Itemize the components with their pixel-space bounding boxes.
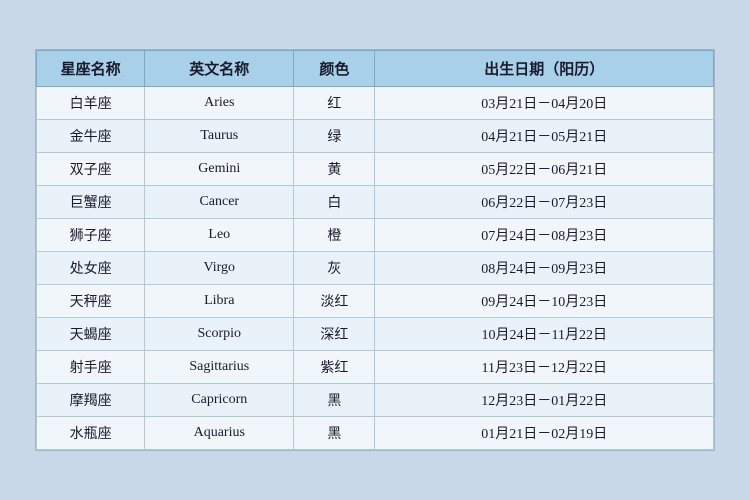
cell-en-name: Gemini bbox=[145, 153, 294, 186]
table-row: 处女座Virgo灰08月24日－09月23日 bbox=[37, 252, 714, 285]
cell-color: 绿 bbox=[294, 120, 375, 153]
cell-date: 07月24日－08月23日 bbox=[375, 219, 714, 252]
cell-date: 12月23日－01月22日 bbox=[375, 384, 714, 417]
table-body: 白羊座Aries红03月21日－04月20日金牛座Taurus绿04月21日－0… bbox=[37, 87, 714, 450]
table-row: 白羊座Aries红03月21日－04月20日 bbox=[37, 87, 714, 120]
cell-date: 09月24日－10月23日 bbox=[375, 285, 714, 318]
cell-zh-name: 摩羯座 bbox=[37, 384, 145, 417]
table-row: 摩羯座Capricorn黑12月23日－01月22日 bbox=[37, 384, 714, 417]
cell-en-name: Capricorn bbox=[145, 384, 294, 417]
cell-color: 黄 bbox=[294, 153, 375, 186]
cell-color: 深红 bbox=[294, 318, 375, 351]
cell-date: 08月24日－09月23日 bbox=[375, 252, 714, 285]
cell-zh-name: 白羊座 bbox=[37, 87, 145, 120]
table-row: 双子座Gemini黄05月22日－06月21日 bbox=[37, 153, 714, 186]
table-row: 天秤座Libra淡红09月24日－10月23日 bbox=[37, 285, 714, 318]
cell-date: 03月21日－04月20日 bbox=[375, 87, 714, 120]
cell-date: 05月22日－06月21日 bbox=[375, 153, 714, 186]
cell-date: 11月23日－12月22日 bbox=[375, 351, 714, 384]
cell-zh-name: 处女座 bbox=[37, 252, 145, 285]
table-row: 巨蟹座Cancer白06月22日－07月23日 bbox=[37, 186, 714, 219]
cell-zh-name: 金牛座 bbox=[37, 120, 145, 153]
header-en-name: 英文名称 bbox=[145, 51, 294, 87]
cell-color: 黑 bbox=[294, 417, 375, 450]
cell-date: 06月22日－07月23日 bbox=[375, 186, 714, 219]
cell-color: 淡红 bbox=[294, 285, 375, 318]
cell-zh-name: 射手座 bbox=[37, 351, 145, 384]
cell-color: 橙 bbox=[294, 219, 375, 252]
zodiac-table-container: 星座名称 英文名称 颜色 出生日期（阳历） 白羊座Aries红03月21日－04… bbox=[35, 49, 715, 451]
table-row: 天蝎座Scorpio深红10月24日－11月22日 bbox=[37, 318, 714, 351]
cell-zh-name: 双子座 bbox=[37, 153, 145, 186]
table-row: 金牛座Taurus绿04月21日－05月21日 bbox=[37, 120, 714, 153]
table-row: 水瓶座Aquarius黑01月21日－02月19日 bbox=[37, 417, 714, 450]
cell-color: 灰 bbox=[294, 252, 375, 285]
header-zh-name: 星座名称 bbox=[37, 51, 145, 87]
cell-en-name: Virgo bbox=[145, 252, 294, 285]
header-color: 颜色 bbox=[294, 51, 375, 87]
cell-zh-name: 天蝎座 bbox=[37, 318, 145, 351]
cell-en-name: Aries bbox=[145, 87, 294, 120]
cell-color: 红 bbox=[294, 87, 375, 120]
cell-en-name: Scorpio bbox=[145, 318, 294, 351]
table-row: 射手座Sagittarius紫红11月23日－12月22日 bbox=[37, 351, 714, 384]
cell-zh-name: 巨蟹座 bbox=[37, 186, 145, 219]
cell-date: 01月21日－02月19日 bbox=[375, 417, 714, 450]
cell-en-name: Sagittarius bbox=[145, 351, 294, 384]
cell-date: 10月24日－11月22日 bbox=[375, 318, 714, 351]
cell-zh-name: 水瓶座 bbox=[37, 417, 145, 450]
cell-color: 紫红 bbox=[294, 351, 375, 384]
header-date: 出生日期（阳历） bbox=[375, 51, 714, 87]
cell-en-name: Aquarius bbox=[145, 417, 294, 450]
table-header-row: 星座名称 英文名称 颜色 出生日期（阳历） bbox=[37, 51, 714, 87]
cell-en-name: Libra bbox=[145, 285, 294, 318]
cell-color: 白 bbox=[294, 186, 375, 219]
zodiac-table: 星座名称 英文名称 颜色 出生日期（阳历） 白羊座Aries红03月21日－04… bbox=[36, 50, 714, 450]
cell-en-name: Cancer bbox=[145, 186, 294, 219]
table-row: 狮子座Leo橙07月24日－08月23日 bbox=[37, 219, 714, 252]
cell-color: 黑 bbox=[294, 384, 375, 417]
cell-zh-name: 狮子座 bbox=[37, 219, 145, 252]
cell-date: 04月21日－05月21日 bbox=[375, 120, 714, 153]
cell-en-name: Leo bbox=[145, 219, 294, 252]
cell-zh-name: 天秤座 bbox=[37, 285, 145, 318]
cell-en-name: Taurus bbox=[145, 120, 294, 153]
